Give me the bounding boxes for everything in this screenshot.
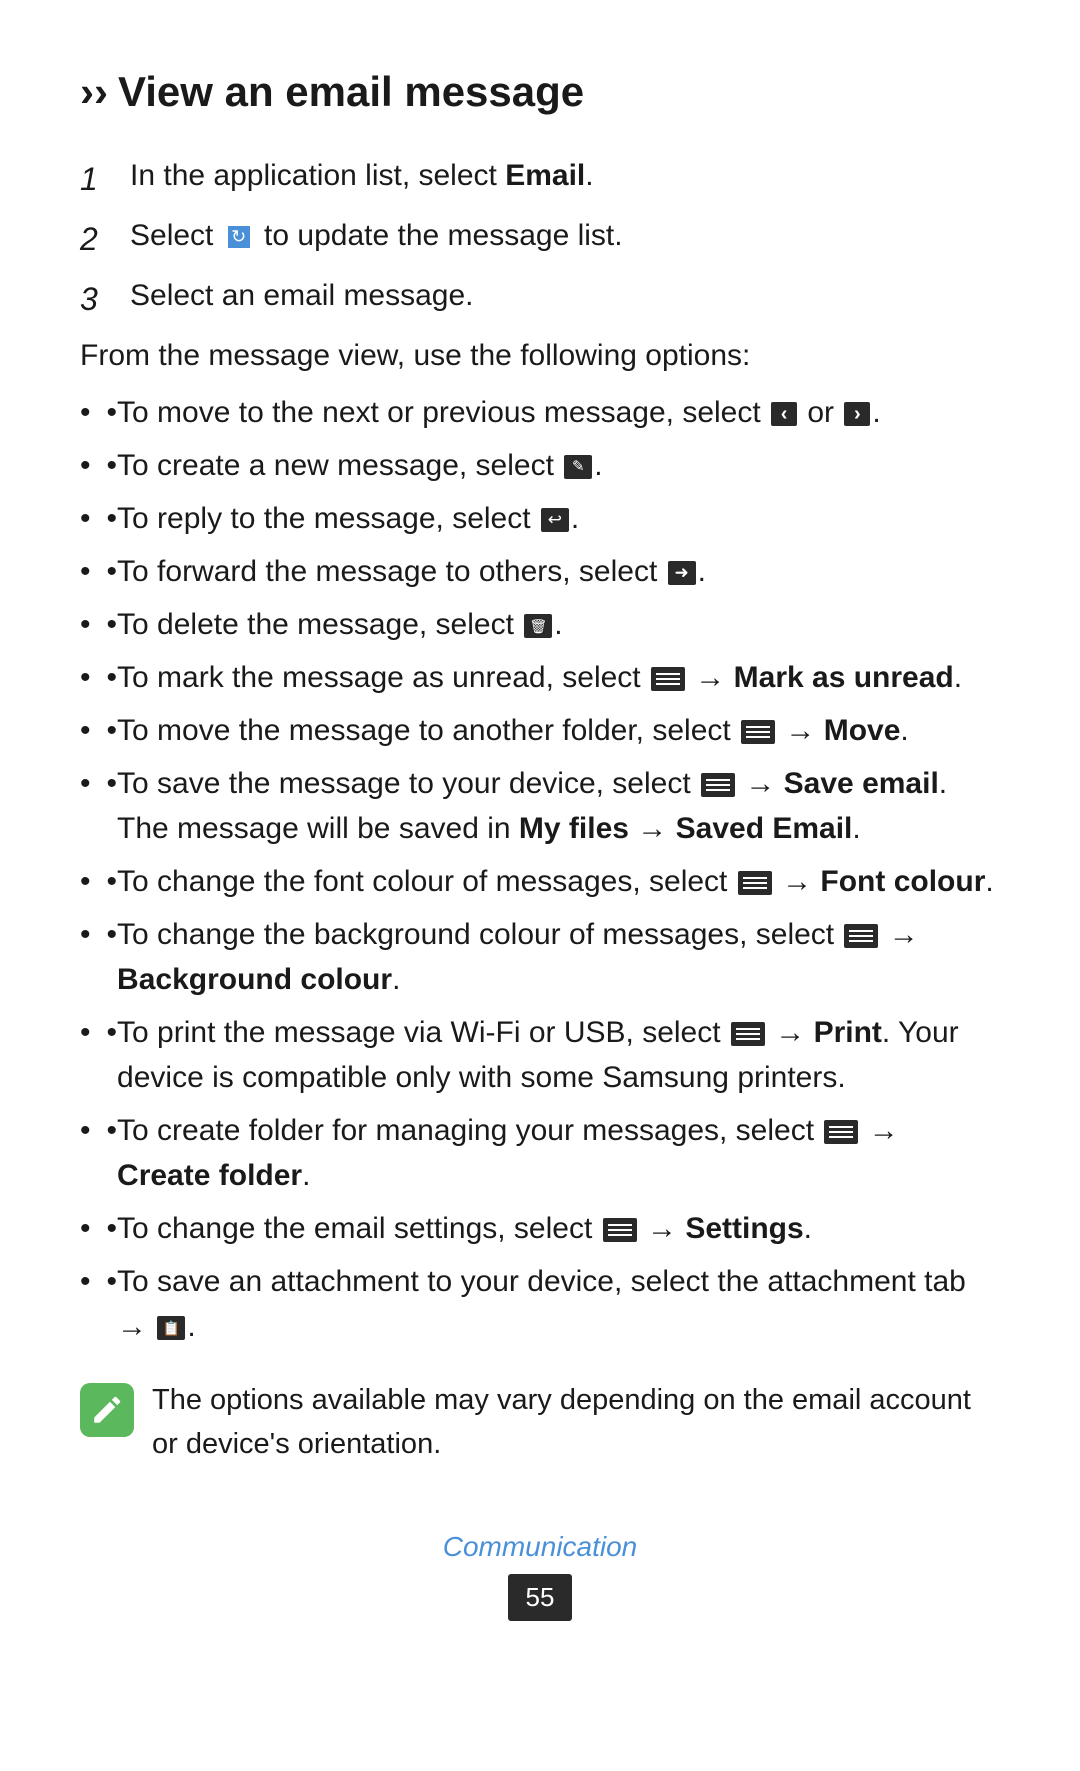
list-item: • To create a new message, select ✎. — [80, 443, 1000, 488]
menu-icon-7 — [741, 720, 775, 744]
menu-icon-8 — [701, 773, 735, 797]
list-item: • To save the message to your device, se… — [80, 761, 1000, 851]
list-item: • To reply to the message, select ↩. — [80, 496, 1000, 541]
bullet-marker: • — [107, 602, 118, 647]
footer: Communication 55 — [80, 1526, 1000, 1621]
bullet-text-9: To change the font colour of messages, s… — [117, 859, 1000, 904]
bullet-marker: • — [107, 1010, 118, 1055]
forward-icon: ➜ — [668, 561, 696, 585]
list-item: • To delete the message, select 🗑. — [80, 602, 1000, 647]
title-text: View an email message — [118, 60, 584, 123]
menu-icon-10 — [844, 924, 878, 948]
bullet-text-7: To move the message to another folder, s… — [117, 708, 1000, 753]
options-intro: From the message view, use the following… — [80, 333, 1000, 378]
step-text-3: Select an email message. — [130, 273, 474, 323]
step-2: 2 Select to update the message list. — [80, 213, 1000, 263]
bullet-marker: • — [107, 859, 118, 904]
list-item: • To mark the message as unread, select … — [80, 655, 1000, 700]
step-text-1: In the application list, select Email. — [130, 153, 594, 203]
bullet-text-13: To change the email settings, select → S… — [117, 1206, 1000, 1251]
bullet-text-4: To forward the message to others, select… — [117, 549, 1000, 594]
bullet-text-1: To move to the next or previous message,… — [117, 390, 1000, 435]
bullet-marker: • — [107, 761, 118, 806]
menu-icon-13 — [603, 1218, 637, 1242]
list-item: • To save an attachment to your device, … — [80, 1259, 1000, 1349]
bullet-marker: • — [107, 549, 118, 594]
note-pencil-icon — [90, 1393, 124, 1427]
note-icon — [80, 1383, 134, 1437]
page-title: ›› View an email message — [80, 60, 1000, 123]
bullet-marker: • — [107, 1108, 118, 1153]
bullet-marker: • — [107, 390, 118, 435]
save-attachment-icon: 📋 — [157, 1316, 185, 1340]
reply-icon: ↩ — [541, 508, 569, 532]
bullet-marker: • — [107, 496, 118, 541]
bullet-text-6: To mark the message as unread, select → … — [117, 655, 1000, 700]
note-box: The options available may vary depending… — [80, 1379, 1000, 1466]
bullet-marker: • — [107, 912, 118, 957]
footer-label: Communication — [80, 1526, 1000, 1568]
list-item: • To move the message to another folder,… — [80, 708, 1000, 753]
bullet-text-12: To create folder for managing your messa… — [117, 1108, 1000, 1198]
nav-left-icon — [771, 402, 797, 426]
step-number-3: 3 — [80, 273, 116, 323]
list-item: • To change the font colour of messages,… — [80, 859, 1000, 904]
bullet-marker: • — [107, 443, 118, 488]
bullet-marker: • — [107, 708, 118, 753]
list-item: • To move to the next or previous messag… — [80, 390, 1000, 435]
delete-icon: 🗑 — [524, 614, 552, 638]
bullet-text-3: To reply to the message, select ↩. — [117, 496, 1000, 541]
bullet-list: • To move to the next or previous messag… — [80, 390, 1000, 1349]
bullet-text-8: To save the message to your device, sele… — [117, 761, 1000, 851]
bullet-text-10: To change the background colour of messa… — [117, 912, 1000, 1002]
list-item: • To change the background colour of mes… — [80, 912, 1000, 1002]
refresh-icon — [225, 223, 253, 251]
step-number-2: 2 — [80, 213, 116, 263]
bullet-text-11: To print the message via Wi-Fi or USB, s… — [117, 1010, 1000, 1100]
compose-icon: ✎ — [564, 455, 592, 479]
step-number-1: 1 — [80, 153, 116, 203]
chevron-icon: ›› — [80, 60, 108, 123]
step-1: 1 In the application list, select Email. — [80, 153, 1000, 203]
step-3: 3 Select an email message. — [80, 273, 1000, 323]
bullet-marker: • — [107, 1259, 118, 1304]
bullet-marker: • — [107, 655, 118, 700]
nav-right-icon — [844, 402, 870, 426]
list-item: • To create folder for managing your mes… — [80, 1108, 1000, 1198]
list-item: • To forward the message to others, sele… — [80, 549, 1000, 594]
footer-page: 55 — [508, 1574, 573, 1621]
note-text: The options available may vary depending… — [152, 1379, 1000, 1466]
menu-icon-11 — [731, 1022, 765, 1046]
list-item: • To print the message via Wi-Fi or USB,… — [80, 1010, 1000, 1100]
bullet-text-5: To delete the message, select 🗑. — [117, 602, 1000, 647]
menu-icon-6 — [651, 667, 685, 691]
bullet-text-2: To create a new message, select ✎. — [117, 443, 1000, 488]
step-text-2: Select to update the message list. — [130, 213, 623, 263]
menu-icon-9 — [738, 871, 772, 895]
bullet-marker: • — [107, 1206, 118, 1251]
bullet-text-14: To save an attachment to your device, se… — [117, 1259, 1000, 1349]
list-item: • To change the email settings, select →… — [80, 1206, 1000, 1251]
menu-icon-12 — [824, 1120, 858, 1144]
